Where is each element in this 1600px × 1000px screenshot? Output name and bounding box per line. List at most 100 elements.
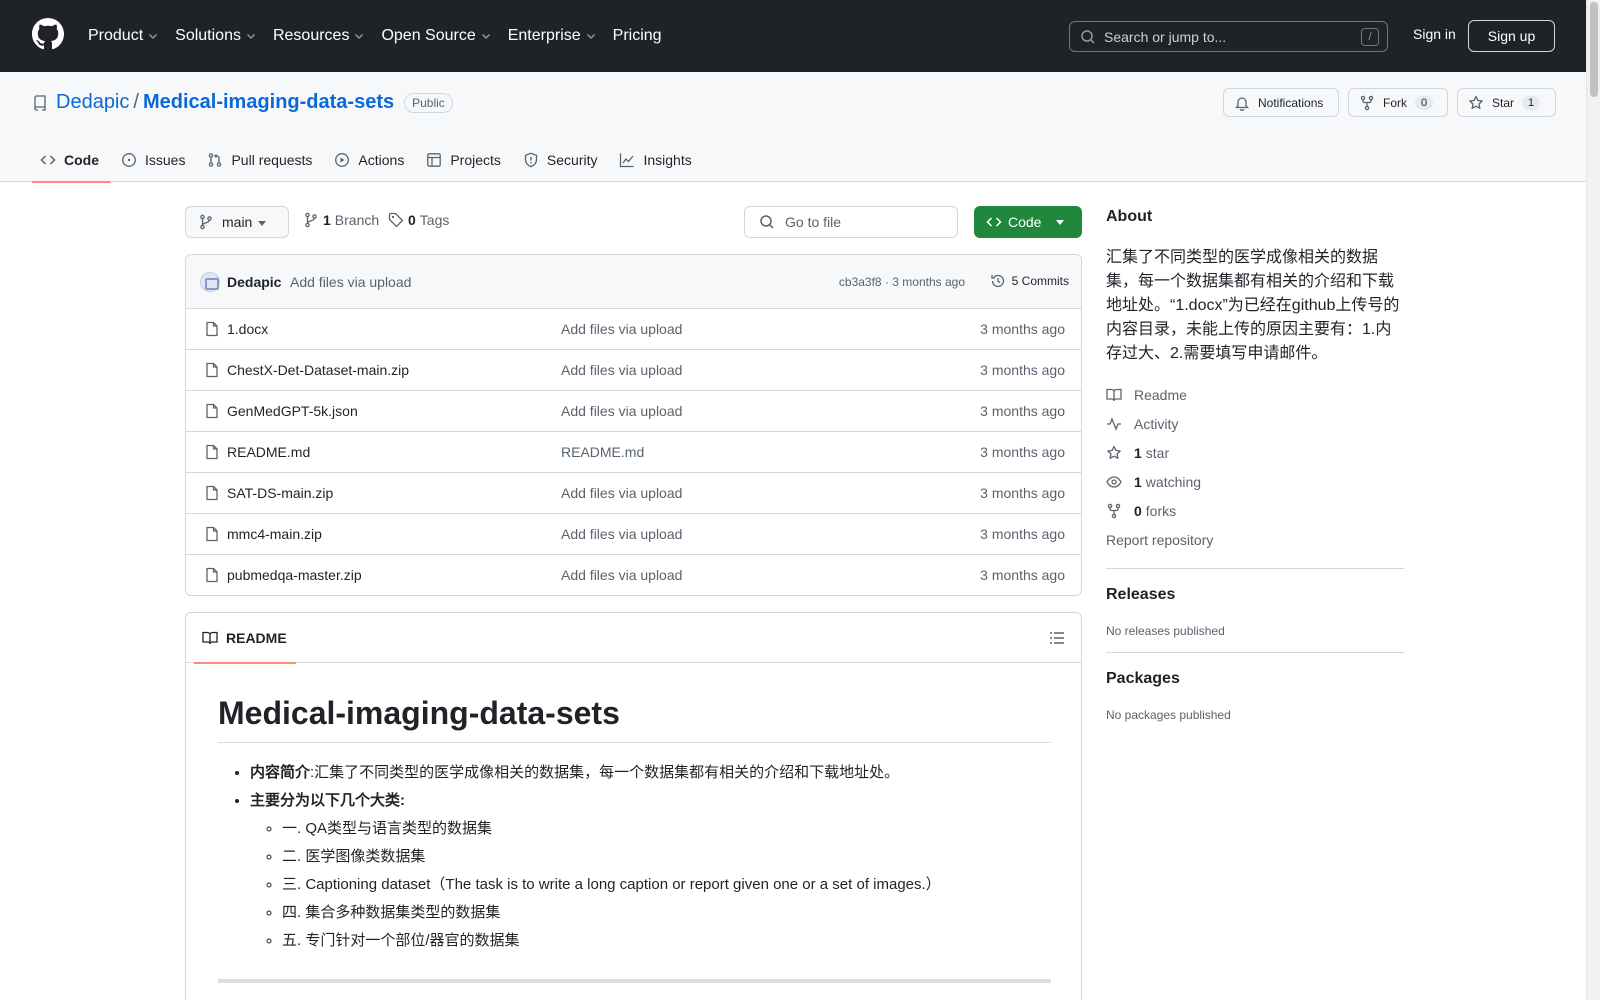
file-name-link[interactable]: ChestX-Det-Dataset-main.zip: [227, 362, 409, 378]
go-to-file-input[interactable]: Go to file: [744, 206, 958, 238]
file-name-link[interactable]: SAT-DS-main.zip: [227, 485, 333, 501]
tab-actions[interactable]: Actions: [326, 138, 416, 182]
sign-in-link[interactable]: Sign in: [1413, 26, 1456, 42]
nav-open-source[interactable]: Open Source: [381, 27, 491, 45]
list-item: 内容简介:汇集了不同类型的医学成像相关的数据集，每一个数据集都有相关的介绍和下载…: [250, 759, 1051, 787]
code-dropdown-button[interactable]: Code: [974, 206, 1082, 238]
stars-link[interactable]: 1 star: [1106, 438, 1404, 467]
history-icon: [991, 274, 1004, 288]
tab-projects[interactable]: Projects: [418, 138, 513, 182]
file-commit-link[interactable]: Add files via upload: [561, 526, 682, 542]
categories-label: 主要分为以下几个大类:: [250, 792, 405, 809]
tab-label: Code: [64, 152, 99, 168]
tab-label: Insights: [643, 152, 692, 168]
file-commit-link[interactable]: Add files via upload: [561, 485, 682, 501]
file-icon: [206, 362, 218, 378]
repo-owner-link[interactable]: Dedapic: [56, 91, 129, 114]
file-commit-link[interactable]: Add files via upload: [561, 567, 682, 583]
file-name-link[interactable]: GenMedGPT-5k.json: [227, 403, 358, 419]
divider: [1106, 568, 1404, 569]
branch-selector[interactable]: main: [185, 206, 289, 238]
file-time: 3 months ago: [980, 321, 1065, 337]
nav-pricing[interactable]: Pricing: [613, 27, 662, 45]
commit-author-link[interactable]: Dedapic: [227, 274, 281, 290]
chevron-down-icon: [586, 34, 595, 39]
bell-icon: [1234, 96, 1250, 111]
nav-product[interactable]: Product: [88, 27, 159, 45]
watchers-link[interactable]: 1 watching: [1106, 467, 1404, 496]
list-item: 主要分为以下几个大类: 一. QA类型与语言类型的数据集二. 医学图像类数据集三…: [250, 787, 1051, 955]
readme-link[interactable]: Readme: [1106, 380, 1404, 409]
divider: [1106, 652, 1404, 653]
readme-tab[interactable]: README: [194, 613, 296, 664]
top-nav: Product Solutions Resources Open Source …: [88, 0, 678, 72]
sign-up-button[interactable]: Sign up: [1468, 20, 1555, 52]
table-row: README.md README.md 3 months ago: [186, 432, 1081, 473]
global-header: Product Solutions Resources Open Source …: [0, 0, 1586, 72]
tab-security[interactable]: Security: [515, 138, 610, 182]
tags-link[interactable]: 0 Tags: [388, 212, 449, 228]
commit-message-link[interactable]: Add files via upload: [290, 274, 411, 290]
file-name-link[interactable]: mmc4-main.zip: [227, 526, 322, 542]
nav-resources[interactable]: Resources: [273, 27, 365, 45]
search-icon: [760, 215, 774, 229]
report-label: Report repository: [1106, 531, 1214, 548]
tab-pull-requests[interactable]: Pull requests: [199, 138, 324, 182]
fork-count: 0: [1415, 95, 1434, 110]
activity-link[interactable]: Activity: [1106, 409, 1404, 438]
file-time: 3 months ago: [980, 485, 1065, 501]
divider: [218, 979, 1051, 983]
eye-icon: [1106, 475, 1122, 488]
page-scrollbar[interactable]: [1586, 0, 1600, 1000]
branches-link[interactable]: 1 Branch: [303, 212, 379, 228]
nav-solutions[interactable]: Solutions: [175, 27, 257, 45]
releases-text: No releases published: [1106, 624, 1225, 638]
tab-label: Security: [546, 152, 598, 168]
search-placeholder: Search or jump to...: [1104, 28, 1227, 45]
chevron-down-icon: [246, 34, 255, 39]
forks-link[interactable]: 0 forks: [1106, 496, 1404, 525]
tab-issues[interactable]: Issues: [113, 138, 197, 182]
file-commit-link[interactable]: Add files via upload: [561, 321, 682, 337]
commit-hash-time[interactable]: cb3a3f8 · 3 months ago: [839, 275, 965, 289]
list-item: 四. 集合多种数据集类型的数据集: [282, 899, 1051, 927]
avatar[interactable]: [200, 272, 220, 292]
nav-label: Resources: [272, 27, 350, 44]
stars-count: 1: [1134, 444, 1142, 461]
chevron-down-icon: [481, 34, 490, 39]
table-row: GenMedGPT-5k.json Add files via upload 3 m…: [186, 391, 1081, 432]
tab-insights[interactable]: Insights: [611, 138, 703, 182]
readme-title: Medical-imaging-data-sets: [218, 695, 1051, 743]
nav-enterprise[interactable]: Enterprise: [508, 27, 597, 45]
file-commit-link[interactable]: Add files via upload: [561, 362, 682, 378]
file-commit-link[interactable]: Add files via upload: [561, 403, 682, 419]
about-description: 汇集了不同类型的医学成像相关的数据集，每一个数据集都有相关的介绍和下载地址处。“…: [1106, 249, 1400, 362]
readme-header: README: [186, 613, 1081, 664]
search-input[interactable]: Search or jump to... /: [1069, 21, 1388, 52]
nav-label: Open Source: [381, 27, 476, 44]
repo-header: Dedapic / Medical-imaging-data-sets Publ…: [0, 72, 1586, 183]
play-icon: [335, 153, 350, 167]
notifications-button[interactable]: Notifications: [1223, 88, 1339, 117]
file-name-link[interactable]: pubmedqa-master.zip: [227, 567, 362, 583]
list-unordered-icon[interactable]: [1049, 630, 1065, 646]
fork-icon: [1107, 503, 1121, 518]
search-icon: [1081, 29, 1095, 44]
stars-label: star: [1145, 444, 1170, 461]
file-commit-link[interactable]: README.md: [561, 444, 644, 460]
file-name-link[interactable]: README.md: [227, 444, 310, 460]
tab-code[interactable]: Code: [32, 138, 111, 183]
repo-name-link[interactable]: Medical-imaging-data-sets: [143, 91, 394, 114]
releases-heading[interactable]: Releases: [1106, 586, 1404, 604]
code-icon: [40, 155, 56, 165]
report-repository-link[interactable]: Report repository: [1106, 525, 1404, 554]
scrollbar-thumb[interactable]: [1590, 2, 1598, 97]
star-button[interactable]: Star 1: [1457, 88, 1556, 117]
fork-button[interactable]: Fork 0: [1348, 88, 1448, 117]
packages-heading[interactable]: Packages: [1106, 670, 1404, 688]
github-logo-icon[interactable]: [32, 18, 64, 50]
go-to-file-placeholder: Go to file: [785, 214, 842, 230]
commits-link[interactable]: 5 Commits: [990, 273, 1069, 289]
file-name-link[interactable]: 1.docx: [227, 321, 268, 337]
repo-icon: [34, 94, 46, 111]
